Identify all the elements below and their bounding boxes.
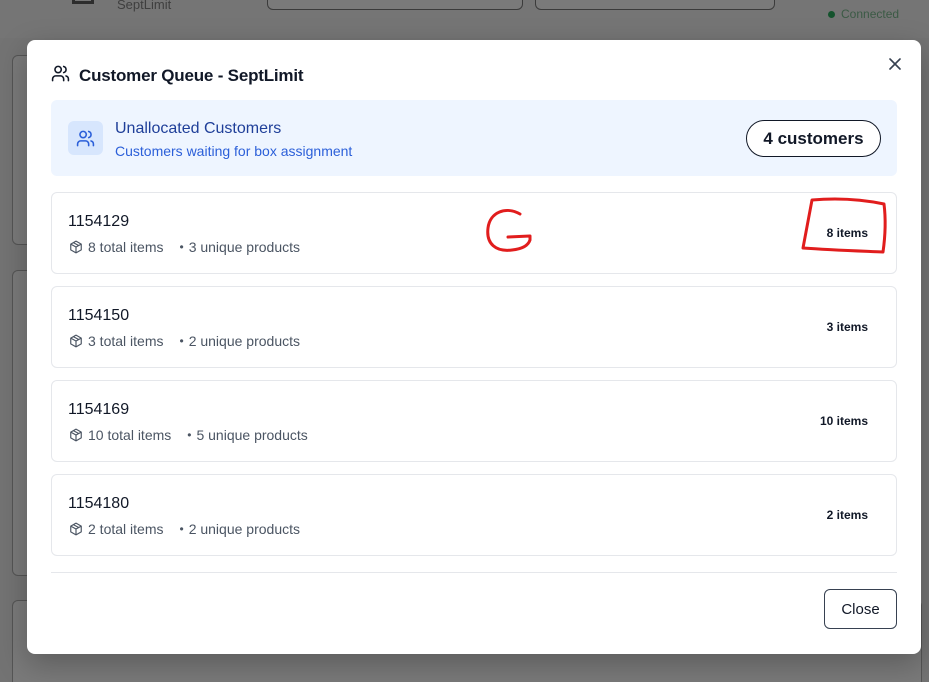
box-icon	[69, 334, 83, 348]
items-badge: 2 items	[826, 508, 868, 522]
items-badge: 10 items	[819, 414, 868, 428]
unique-products: 5 unique products	[196, 427, 308, 443]
status-dot-icon	[828, 10, 835, 18]
background-header: SeptLimit Connected	[0, 0, 929, 38]
unique-products: 3 unique products	[188, 239, 300, 255]
total-items: 3 total items	[88, 333, 164, 349]
unallocated-summary-panel: Unallocated Customers Customers waiting …	[51, 100, 897, 176]
items-badge: 8 items	[826, 226, 868, 240]
close-icon[interactable]	[885, 54, 905, 74]
customer-row[interactable]: 1154129 8 total items • 3 unique product…	[51, 192, 897, 274]
separator: •	[179, 522, 184, 536]
customer-row[interactable]: 1154150 3 total items • 2 unique product…	[51, 286, 897, 368]
background-select-2	[535, 0, 775, 10]
app-logo	[72, 0, 94, 4]
customer-row[interactable]: 1154169 10 total items • 5 unique produc…	[51, 380, 897, 462]
unique-products: 2 unique products	[188, 333, 300, 349]
box-icon	[69, 428, 83, 442]
unique-products: 2 unique products	[188, 521, 300, 537]
app-name: SeptLimit	[117, 0, 172, 12]
total-items: 10 total items	[88, 427, 172, 443]
total-items: 8 total items	[88, 239, 164, 255]
separator: •	[187, 428, 192, 442]
box-icon	[69, 522, 83, 536]
total-items: 2 total items	[88, 521, 164, 537]
users-icon	[51, 64, 70, 88]
customer-id: 1154150	[68, 307, 130, 324]
separator: •	[179, 240, 184, 254]
customer-count-badge: 4 customers	[746, 120, 881, 157]
close-button[interactable]: Close	[824, 589, 897, 629]
status-label: Connected	[841, 7, 900, 21]
customer-row[interactable]: 1154180 2 total items • 2 unique product…	[51, 474, 897, 556]
footer-divider	[51, 572, 897, 573]
customer-meta: 8 total items • 3 unique products	[69, 239, 300, 255]
customer-queue-dialog: Customer Queue - SeptLimit Unallocated C…	[27, 40, 921, 654]
customer-meta: 10 total items • 5 unique products	[69, 427, 308, 443]
customer-id: 1154129	[68, 213, 130, 230]
customer-id: 1154169	[68, 401, 130, 418]
dialog-header: Customer Queue - SeptLimit	[51, 64, 304, 88]
summary-subtitle: Customers waiting for box assignment	[115, 143, 353, 159]
connection-status: Connected	[828, 7, 899, 21]
box-icon	[69, 240, 83, 254]
separator: •	[179, 334, 184, 348]
items-badge: 3 items	[826, 320, 868, 334]
customer-meta: 2 total items • 2 unique products	[69, 521, 300, 537]
customer-id: 1154180	[68, 495, 130, 512]
customer-meta: 3 total items • 2 unique products	[69, 333, 300, 349]
summary-title: Unallocated Customers	[115, 120, 282, 137]
background-select-1	[267, 0, 523, 10]
customer-list: 1154129 8 total items • 3 unique product…	[51, 192, 897, 568]
dialog-title: Customer Queue - SeptLimit	[79, 66, 304, 85]
users-icon	[68, 121, 103, 155]
